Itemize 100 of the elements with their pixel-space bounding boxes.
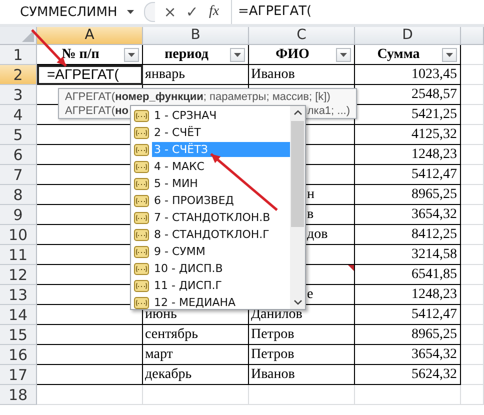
table-cell: 6541,85 [355,265,461,285]
row-header[interactable]: 3 [0,85,37,105]
function-icon [134,126,149,138]
dropdown-arrow-icon [446,52,453,56]
column-header[interactable]: D [355,27,461,45]
list-item[interactable]: 5 - МИН [152,176,200,191]
table-cell: 5624,32 [355,365,461,385]
table-cell [461,85,484,105]
list-item[interactable]: 8 - СТАНДОТКЛОН.Г [152,227,272,242]
dropdown-arrow-icon [127,10,134,14]
table-cell [461,345,484,365]
filter-button[interactable] [336,48,351,62]
table-cell [461,145,484,165]
scrollbar-thumb[interactable] [291,121,304,227]
table-cell [461,265,484,285]
table-cell: январь [143,65,249,85]
row-header[interactable]: 5 [0,125,37,145]
table-cell: 1248,23 [355,145,461,165]
list-item[interactable]: 10 - ДИСП.В [152,261,225,276]
function-icon [134,144,149,156]
table-cell [461,45,484,65]
table-cell [461,245,484,265]
row-header[interactable]: 6 [0,145,37,165]
table-cell: 5412,47 [355,165,461,185]
table-cell: 3654,32 [355,205,461,225]
name-box[interactable]: СУММЕСЛИМН [0,2,140,22]
row-header[interactable]: 9 [0,205,37,225]
table-cell: декабрь [143,365,249,385]
row-header[interactable]: 7 [0,165,37,185]
table-cell: 5412,47 [355,305,461,325]
dropdown-arrow-icon [340,52,347,56]
filter-button[interactable] [230,48,245,62]
row-header[interactable]: 18 [0,385,37,405]
function-icon [134,228,149,240]
table-cell: сентябрь [143,325,249,345]
table-cell: Иванов [249,365,355,385]
list-item[interactable]: 4 - МАКС [152,159,206,174]
splitter-handle[interactable] [144,2,155,22]
formula-field[interactable]: =АГРЕГАТ( [231,0,484,24]
table-cell: 4125,32 [355,125,461,145]
syntax-hint: лка1; ...) [307,104,350,118]
list-item[interactable]: 11 - ДИСП.Г [152,278,224,293]
table-cell: Петров [249,345,355,365]
list-item[interactable]: 2 - СЧЁТ [152,125,203,140]
row-header[interactable]: 13 [0,285,37,305]
dropdown-arrow-icon [128,52,135,56]
select-all-button[interactable] [0,27,37,45]
table-cell: 8965,25 [355,185,461,205]
table-cell [461,285,484,305]
table-cell [461,165,484,185]
function-icon [134,178,149,190]
table-cell: 3214,58 [355,245,461,265]
column-title: период [164,46,210,64]
row-header[interactable]: 16 [0,345,37,365]
table-cell [461,225,484,245]
table-cell: 1248,23 [355,285,461,305]
row-header[interactable]: 12 [0,265,37,285]
row-header[interactable]: 11 [0,245,37,265]
function-icon [134,262,149,274]
column-header[interactable]: B [143,27,249,45]
row-header[interactable]: 14 [0,305,37,325]
table-cell-text: е [307,287,314,302]
table-cell [461,185,484,205]
table-cell-text: н [307,187,314,202]
cancel-button[interactable]: × [159,2,181,22]
column-title: ФИО [274,46,310,64]
function-icon [134,296,149,308]
function-icon [134,110,149,122]
row-header[interactable]: 4 [0,105,37,125]
table-cell [461,385,484,405]
filter-button[interactable] [442,48,457,62]
column-header[interactable]: C [249,27,355,45]
enter-button[interactable]: ✓ [181,2,203,22]
filter-button[interactable] [124,48,139,62]
table-cell [461,365,484,385]
cell-input[interactable]: =АГРЕГАТ( [37,65,143,85]
scroll-up-icon [294,110,302,115]
table-cell: Иванов [249,65,355,85]
insert-function-button[interactable]: fx [203,2,225,22]
list-item[interactable]: 6 - ПРОИЗВЕД [152,193,236,208]
scrollbar[interactable] [290,106,305,309]
syntax-hint: АГРЕГАТ(но [65,104,128,118]
row-header[interactable]: 17 [0,365,37,385]
row-header[interactable]: 10 [0,225,37,245]
column-title: Сумма [376,46,421,64]
list-item[interactable]: 7 - СТАНДОТКЛОН.В [152,210,272,225]
row-header[interactable]: 15 [0,325,37,345]
list-item[interactable]: 9 - СУММ [152,244,208,259]
table-cell: март [143,345,249,365]
list-item[interactable]: 1 - СРЗНАЧ [152,108,219,123]
table-cell-text: дов [307,227,328,242]
row-header[interactable]: 2 [0,65,37,85]
column-header[interactable]: A [37,27,143,45]
scroll-down-icon [294,300,302,305]
row-header[interactable]: 8 [0,185,37,205]
table-cell-text: в [307,207,314,222]
corner-triangle-icon [22,30,34,42]
table-cell [461,305,484,325]
dropdown-arrow-icon [234,52,241,56]
row-header[interactable]: 1 [0,45,37,65]
